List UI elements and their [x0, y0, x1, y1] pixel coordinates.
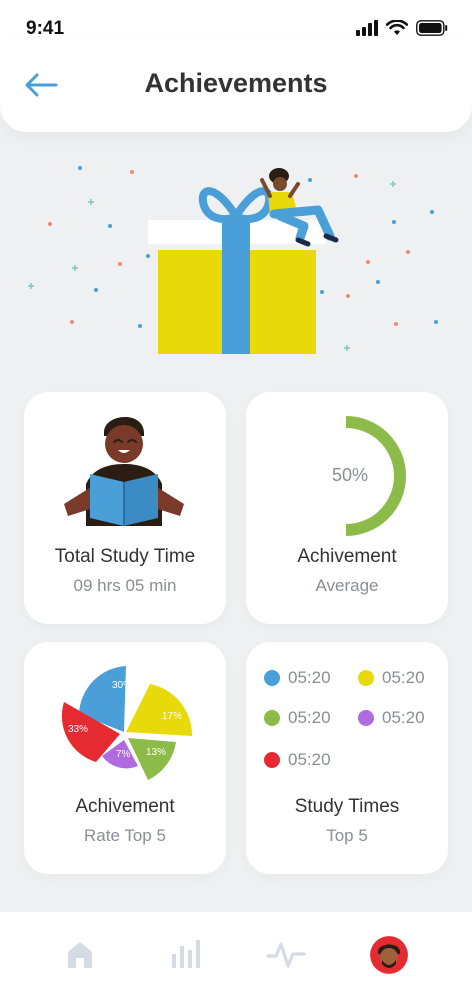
activity-icon	[266, 942, 306, 968]
battery-icon	[416, 20, 448, 36]
profile-avatar[interactable]	[370, 936, 408, 974]
reading-person-illustration	[64, 416, 184, 526]
legend-value: 05:20	[288, 708, 331, 727]
pie-slice-label: 30%	[112, 680, 132, 691]
pie-slice	[128, 738, 176, 780]
legend-value: 05:20	[382, 708, 425, 727]
gauge-value: 50%	[332, 465, 369, 485]
card-study-times[interactable]: 05:20 05:20 05:20 05:20 05:20 Study Time…	[246, 642, 448, 874]
card-subtitle: 09 hrs 05 min	[73, 576, 177, 595]
bar-chart-icon	[172, 940, 200, 968]
pie-slice-label: 33%	[68, 724, 88, 735]
bottom-nav	[0, 912, 472, 1000]
pie-slice	[126, 684, 193, 736]
card-achievement-rate[interactable]: 30% 17% 13% 7% 33% Achivement Rate Top 5	[24, 642, 226, 874]
legend-value: 05:20	[288, 750, 331, 769]
nav-activity[interactable]	[266, 934, 306, 974]
pie-slice-label: 7%	[116, 749, 131, 760]
legend-item: 05:20	[264, 750, 331, 770]
status-icons	[356, 20, 448, 36]
page-title: Achievements	[144, 68, 328, 98]
home-icon	[68, 942, 92, 968]
card-achievement-average[interactable]: 50% Achivement Average	[246, 392, 448, 624]
card-title: Achivement	[297, 546, 397, 567]
card-subtitle: Top 5	[326, 826, 368, 845]
header: Achievements	[0, 40, 472, 132]
avatar-image	[370, 936, 408, 974]
card-title: Total Study Time	[54, 546, 196, 567]
gift-illustration	[28, 166, 438, 354]
pie-chart: 30% 17% 13% 7% 33%	[61, 666, 193, 780]
card-title: Achivement	[75, 796, 175, 817]
legend-dot	[358, 710, 374, 726]
legend-dot	[264, 710, 280, 726]
nav-stats[interactable]	[166, 934, 206, 974]
pie-slice-label: 13%	[146, 747, 166, 758]
status-time: 9:41	[26, 18, 65, 39]
legend-item: 05:20	[358, 708, 425, 728]
card-subtitle: Rate Top 5	[84, 826, 166, 845]
legend-dot	[264, 670, 280, 686]
legend-item: 05:20	[264, 668, 331, 688]
legend-value: 05:20	[382, 668, 425, 687]
hero-illustration	[0, 140, 472, 380]
wifi-icon	[386, 20, 408, 35]
legend-dot	[358, 670, 374, 686]
legend-value: 05:20	[288, 668, 331, 687]
card-title: Study Times	[294, 796, 400, 817]
legend-item: 05:20	[358, 668, 425, 688]
card-subtitle: Average	[315, 576, 379, 595]
legend-dot	[264, 752, 280, 768]
pie-slice-label: 17%	[162, 711, 182, 722]
legend-item: 05:20	[264, 708, 331, 728]
signal-icon	[356, 20, 378, 36]
nav-home[interactable]	[60, 934, 100, 974]
card-total-study-time[interactable]: Total Study Time 09 hrs 05 min	[24, 392, 226, 624]
